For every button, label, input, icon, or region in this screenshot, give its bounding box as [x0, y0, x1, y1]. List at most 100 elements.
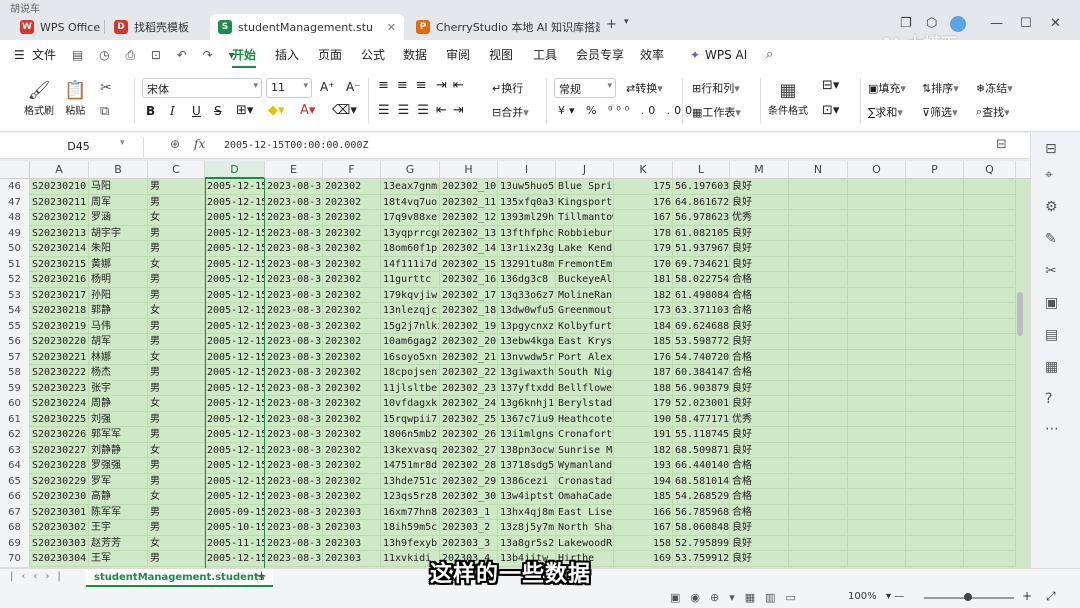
cell-o[interactable] [848, 179, 906, 195]
cell-d[interactable]: 2005-12-15 [205, 551, 265, 567]
cell-g[interactable]: 16soyo5xn [381, 349, 440, 365]
cell-h[interactable]: 202303_1 [440, 504, 498, 520]
column-header-g[interactable]: G [381, 161, 440, 179]
cell-i[interactable]: 135xfq0a3 [498, 194, 556, 210]
cell-o[interactable] [848, 442, 906, 458]
cell-o[interactable] [848, 241, 906, 257]
tools-icon[interactable]: ✂ [1045, 263, 1057, 279]
cell-e[interactable]: 2023-08-31 [265, 241, 323, 257]
cursor-icon[interactable]: ⌖ [1045, 167, 1053, 183]
close-window-icon[interactable]: ✕ [1050, 16, 1061, 31]
cell-n[interactable] [789, 365, 848, 381]
cell-c[interactable]: 女 [148, 442, 205, 458]
row-number[interactable]: 63 [0, 442, 30, 458]
row-number[interactable]: 62 [0, 427, 30, 443]
cell-k[interactable]: 191 [614, 427, 673, 443]
cell-a[interactable]: S20230225 [30, 411, 89, 427]
cell-l[interactable]: 61.082105 [673, 225, 730, 241]
cell-n[interactable] [789, 427, 848, 443]
zoom-level[interactable]: 100% [848, 591, 877, 602]
cell-a[interactable]: S20230215 [30, 256, 89, 272]
cell-n[interactable] [789, 551, 848, 567]
cell-b[interactable]: 赵芳芳 [89, 535, 148, 551]
tab-student-management[interactable]: S studentManagement.stu ✕ [210, 14, 404, 40]
quick-access-toolbar[interactable]: ▤ ◷ ⎙ ⊡ ↶ ↷ ▾ [72, 40, 240, 70]
cell-o[interactable] [848, 489, 906, 505]
search-icon[interactable]: ⌕ [766, 47, 773, 62]
cell-j[interactable]: KolbyfurtC [556, 318, 614, 334]
fx-icon[interactable]: fx [194, 137, 205, 151]
cell-c[interactable]: 男 [148, 241, 205, 257]
cell-h[interactable]: 202302_10 [440, 179, 498, 195]
cell-b[interactable]: 林娜 [89, 349, 148, 365]
cell-j[interactable]: East Liset [556, 504, 614, 520]
cell-j[interactable]: Lake Kend [556, 241, 614, 257]
row-col-button[interactable]: ⊞ 行和列 ▾ [692, 80, 740, 96]
cell-n[interactable] [789, 241, 848, 257]
cell-f[interactable]: 202302 [323, 365, 381, 381]
cell-e[interactable]: 2023-08-31 [265, 520, 323, 536]
cell-q[interactable] [964, 179, 1016, 195]
cell-c[interactable]: 男 [148, 380, 205, 396]
cell-b[interactable]: 郭静 [89, 303, 148, 319]
row-number[interactable]: 55 [0, 318, 30, 334]
cell-m[interactable]: 良好 [730, 334, 789, 350]
cell-p[interactable] [906, 535, 964, 551]
cell-e[interactable]: 2023-08-31 [265, 504, 323, 520]
cell-c[interactable]: 男 [148, 473, 205, 489]
cell-g[interactable]: 18ih59m5c [381, 520, 440, 536]
cell-m[interactable]: 合格 [730, 489, 789, 505]
row-number[interactable]: 54 [0, 303, 30, 319]
cell-a[interactable]: S20230224 [30, 396, 89, 412]
add-sheet-button[interactable]: + [256, 569, 267, 584]
cell-f[interactable]: 202302 [323, 473, 381, 489]
cell-g[interactable]: 13nlezqjc [381, 303, 440, 319]
cell-h[interactable]: 202302_13 [440, 225, 498, 241]
column-header-k[interactable]: K [614, 161, 673, 179]
cell-l[interactable]: 52.023001 [673, 396, 730, 412]
cell-o[interactable] [848, 287, 906, 303]
cell-i[interactable]: 13pgycnxz [498, 318, 556, 334]
cell-c[interactable]: 男 [148, 318, 205, 334]
cell-d[interactable]: 2005-12-15 [205, 411, 265, 427]
number-format-select[interactable]: 常规 [554, 78, 616, 98]
fill-button[interactable]: ▣ 填充 ▾ [868, 80, 906, 96]
cell-g[interactable]: 14751mr8d [381, 458, 440, 474]
cell-e[interactable]: 2023-08-31 [265, 473, 323, 489]
cell-h[interactable]: 202302_26 [440, 427, 498, 443]
cell-g[interactable]: 16xm77hn8 [381, 504, 440, 520]
cell-m[interactable]: 优秀 [730, 411, 789, 427]
cell-b[interactable]: 罗强强 [89, 458, 148, 474]
cell-f[interactable]: 202302 [323, 458, 381, 474]
cell-f[interactable]: 202302 [323, 380, 381, 396]
cell-m[interactable]: 合格 [730, 473, 789, 489]
cell-n[interactable] [789, 504, 848, 520]
cell-f[interactable]: 202302 [323, 334, 381, 350]
cell-n[interactable] [789, 473, 848, 489]
cell-n[interactable] [789, 349, 848, 365]
cell-g[interactable]: 1806n5mb2 [381, 427, 440, 443]
bold-button[interactable]: B [146, 104, 155, 118]
menu-data[interactable]: 数据 [403, 40, 427, 70]
cell-n[interactable] [789, 396, 848, 412]
cell-n[interactable] [789, 225, 848, 241]
wrap-text-button[interactable]: ↵ 换行 [492, 80, 523, 96]
cell-d[interactable]: 2005-12-15 [205, 272, 265, 288]
cell-e[interactable]: 2023-08-31 [265, 489, 323, 505]
cell-n[interactable] [789, 318, 848, 334]
cell-n[interactable] [789, 210, 848, 226]
cell-f[interactable]: 202302 [323, 179, 381, 195]
cell-l[interactable]: 58.060848 [673, 520, 730, 536]
cell-m[interactable]: 良好 [730, 535, 789, 551]
cell-b[interactable]: 罗军 [89, 473, 148, 489]
cell-g[interactable]: 13eax7gnmr [381, 179, 440, 195]
sort-button[interactable]: ⇅ 排序 ▾ [922, 80, 959, 96]
cell-e[interactable]: 2023-08-31 [265, 427, 323, 443]
cell-p[interactable] [906, 365, 964, 381]
cell-e[interactable]: 2023-08-31 [265, 365, 323, 381]
worksheet-button[interactable]: ▦ 工作表 ▾ [692, 104, 741, 120]
cell-l[interactable]: 56.978623 [673, 210, 730, 226]
cell-e[interactable]: 2023-08-31 [265, 458, 323, 474]
formula-input[interactable]: 2005-12-15T00:00:00.000Z [224, 140, 369, 151]
cell-j[interactable]: Greenmouth [556, 303, 614, 319]
